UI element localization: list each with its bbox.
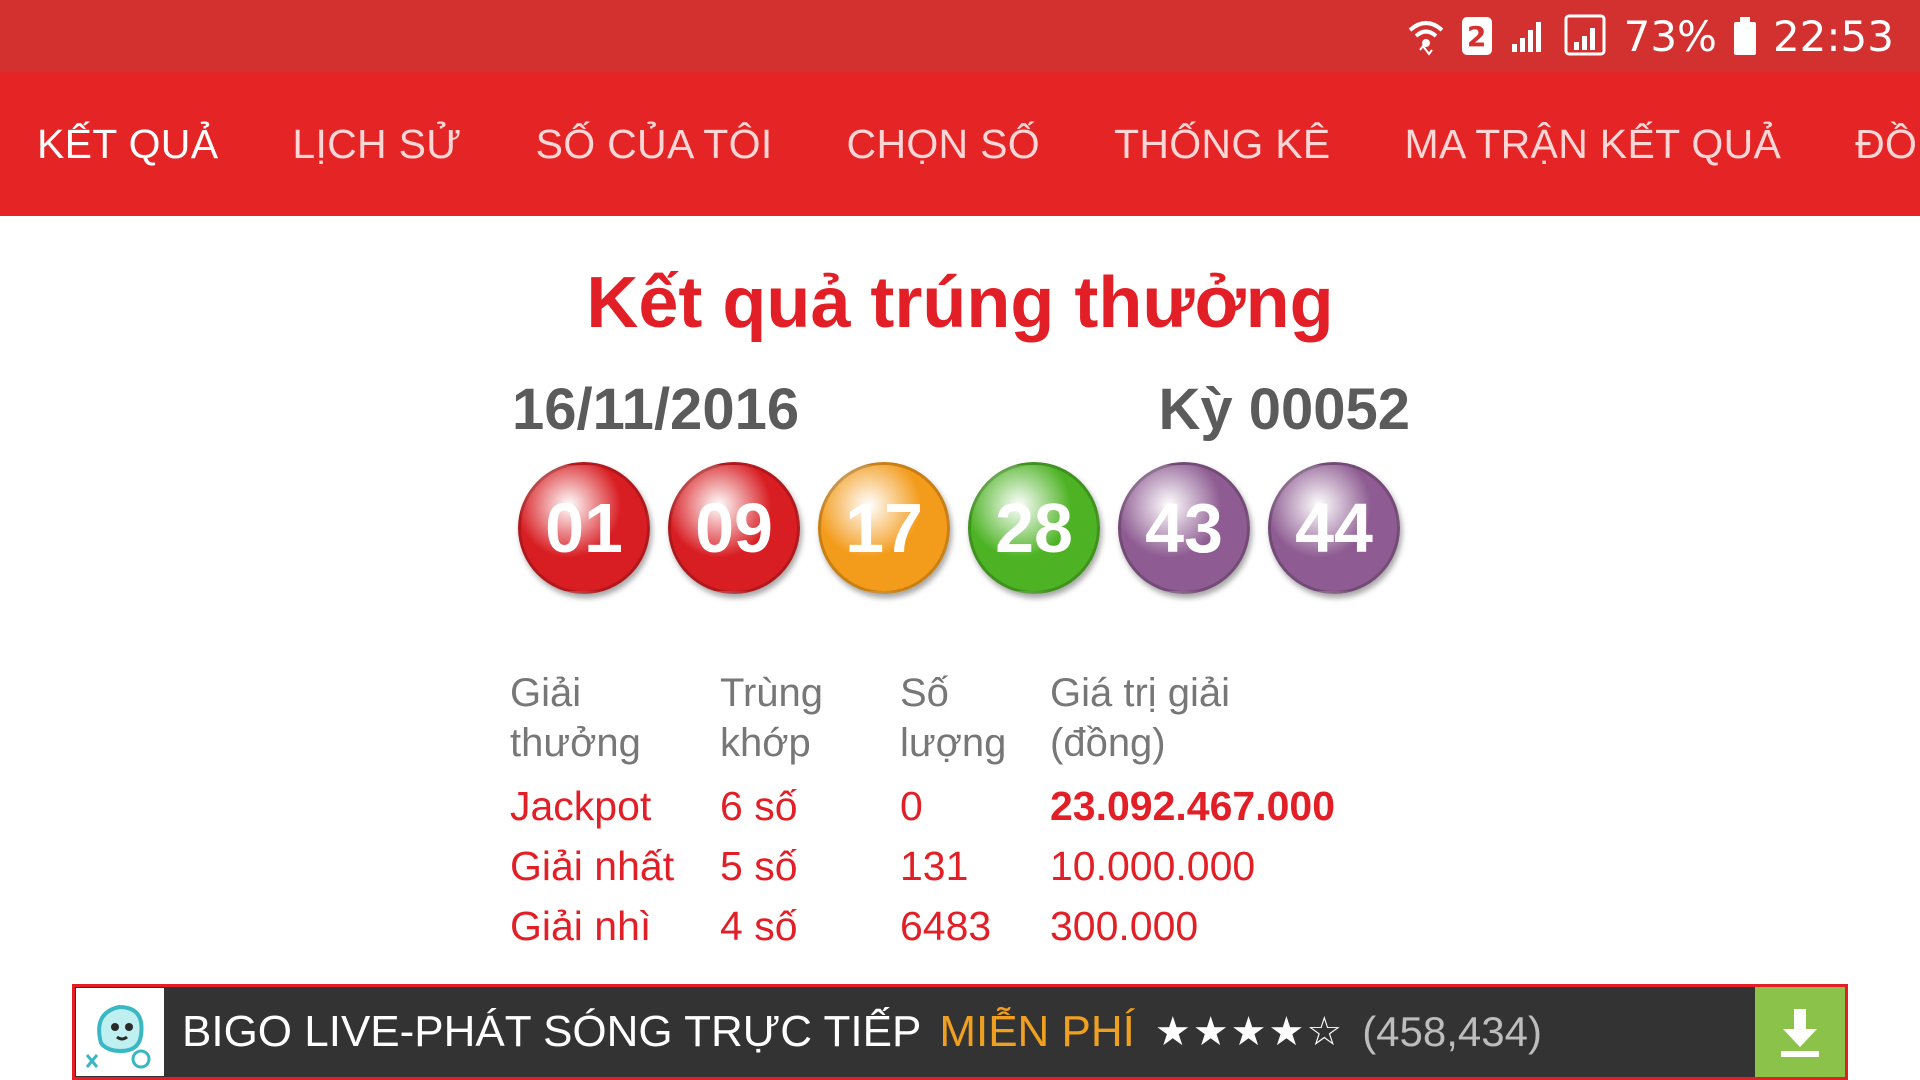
page-title: Kết quả trúng thưởng [586,263,1334,343]
number-ball: 43 [1118,462,1250,594]
rating-stars: ★★★★☆ [1154,1009,1345,1055]
winning-numbers: 01 09 17 28 43 44 [518,462,1400,594]
prize-count: 131 [900,843,969,889]
ad-title: BIGO LIVE-PHÁT SÓNG TRỰC TIẾP [182,1007,922,1056]
status-icons: 2 73% 22:53 [1406,0,1894,72]
clock: 22:53 [1772,11,1894,61]
tab-thong-ke[interactable]: THỐNG KÊ [1077,72,1368,216]
number-ball: 09 [668,462,800,594]
prize-table: Giải thưởng Trùng khớp Số lượng Giá trị giả… [510,668,1335,956]
prize-count: 0 [900,783,923,829]
number-ball: 17 [818,462,950,594]
prize-name: Giải nhì [510,903,652,949]
table-row: Giải nhất 5 số 131 10.000.000 [510,836,1335,896]
review-count: (458,434) [1362,1008,1542,1055]
prize-match: 6 số [720,783,798,829]
header-value: Giá trị giải (đồng) [1050,668,1335,776]
download-button[interactable] [1755,987,1845,1077]
header-match-line2: khớp [720,721,811,765]
header-prize-line1: Giải [510,671,582,715]
header-match-line1: Trùng [720,671,824,715]
wifi-icon [1406,16,1446,56]
header-count-line1: Số [900,671,949,715]
prize-value: 300.000 [1050,903,1199,949]
table-header-row: Giải thưởng Trùng khớp Số lượng Giá trị giả… [510,668,1335,776]
prize-name: Giải nhất [510,843,675,889]
signal-sim2-icon [1564,14,1608,58]
download-icon [1781,1009,1819,1057]
header-value-line2: (đồng) [1050,721,1166,765]
battery-icon [1733,16,1757,56]
prize-name: Jackpot [510,783,652,829]
tab-ket-qua[interactable]: KẾT QUẢ [0,72,255,216]
header-match: Trùng khớp [720,668,900,776]
tab-ma-tran-ket-qua[interactable]: MA TRẬN KẾT QUẢ [1368,72,1819,216]
table-row: Jackpot 6 số 0 23.092.467.000 [510,776,1335,836]
tab-do-thi[interactable]: ĐỒ THỊ C [1818,72,1920,216]
number-ball: 28 [968,462,1100,594]
tab-so-cua-toi[interactable]: SỐ CỦA TÔI [499,72,810,216]
bigo-logo-icon [76,988,164,1076]
prize-value: 10.000.000 [1050,843,1256,889]
tab-lich-su[interactable]: LỊCH SỬ [255,72,498,216]
signal-icon [1508,16,1548,56]
tab-bar: KẾT QUẢ LỊCH SỬ SỐ CỦA TÔI CHỌN SỐ THỐNG… [0,72,1920,216]
prize-count: 6483 [900,903,992,949]
number-ball: 44 [1268,462,1400,594]
header-value-line1: Giá trị giải [1050,671,1231,715]
prize-value: 23.092.467.000 [1050,783,1335,829]
status-bar: 2 73% 22:53 [0,0,1920,72]
draw-date: 16/11/2016 [512,377,800,442]
tab-chon-so[interactable]: CHỌN SỐ [810,72,1077,216]
header-prize-line2: thưởng [510,721,641,765]
header-prize: Giải thưởng [510,668,720,776]
header-count-line2: lượng [900,721,1007,765]
ad-banner[interactable]: BIGO LIVE-PHÁT SÓNG TRỰC TIẾP MIỄN PHÍ ★… [72,984,1848,1080]
prize-match: 5 số [720,843,798,889]
battery-percent: 73% [1623,11,1717,61]
ad-free-label: MIỄN PHÍ [939,1007,1135,1056]
sim-badge: 2 [1461,17,1492,55]
prize-match: 4 số [720,903,798,949]
number-ball: 01 [518,462,650,594]
draw-number: Kỳ 00052 [1158,377,1410,442]
table-row: Giải nhì 4 số 6483 300.000 [510,896,1335,956]
header-count: Số lượng [900,668,1050,776]
